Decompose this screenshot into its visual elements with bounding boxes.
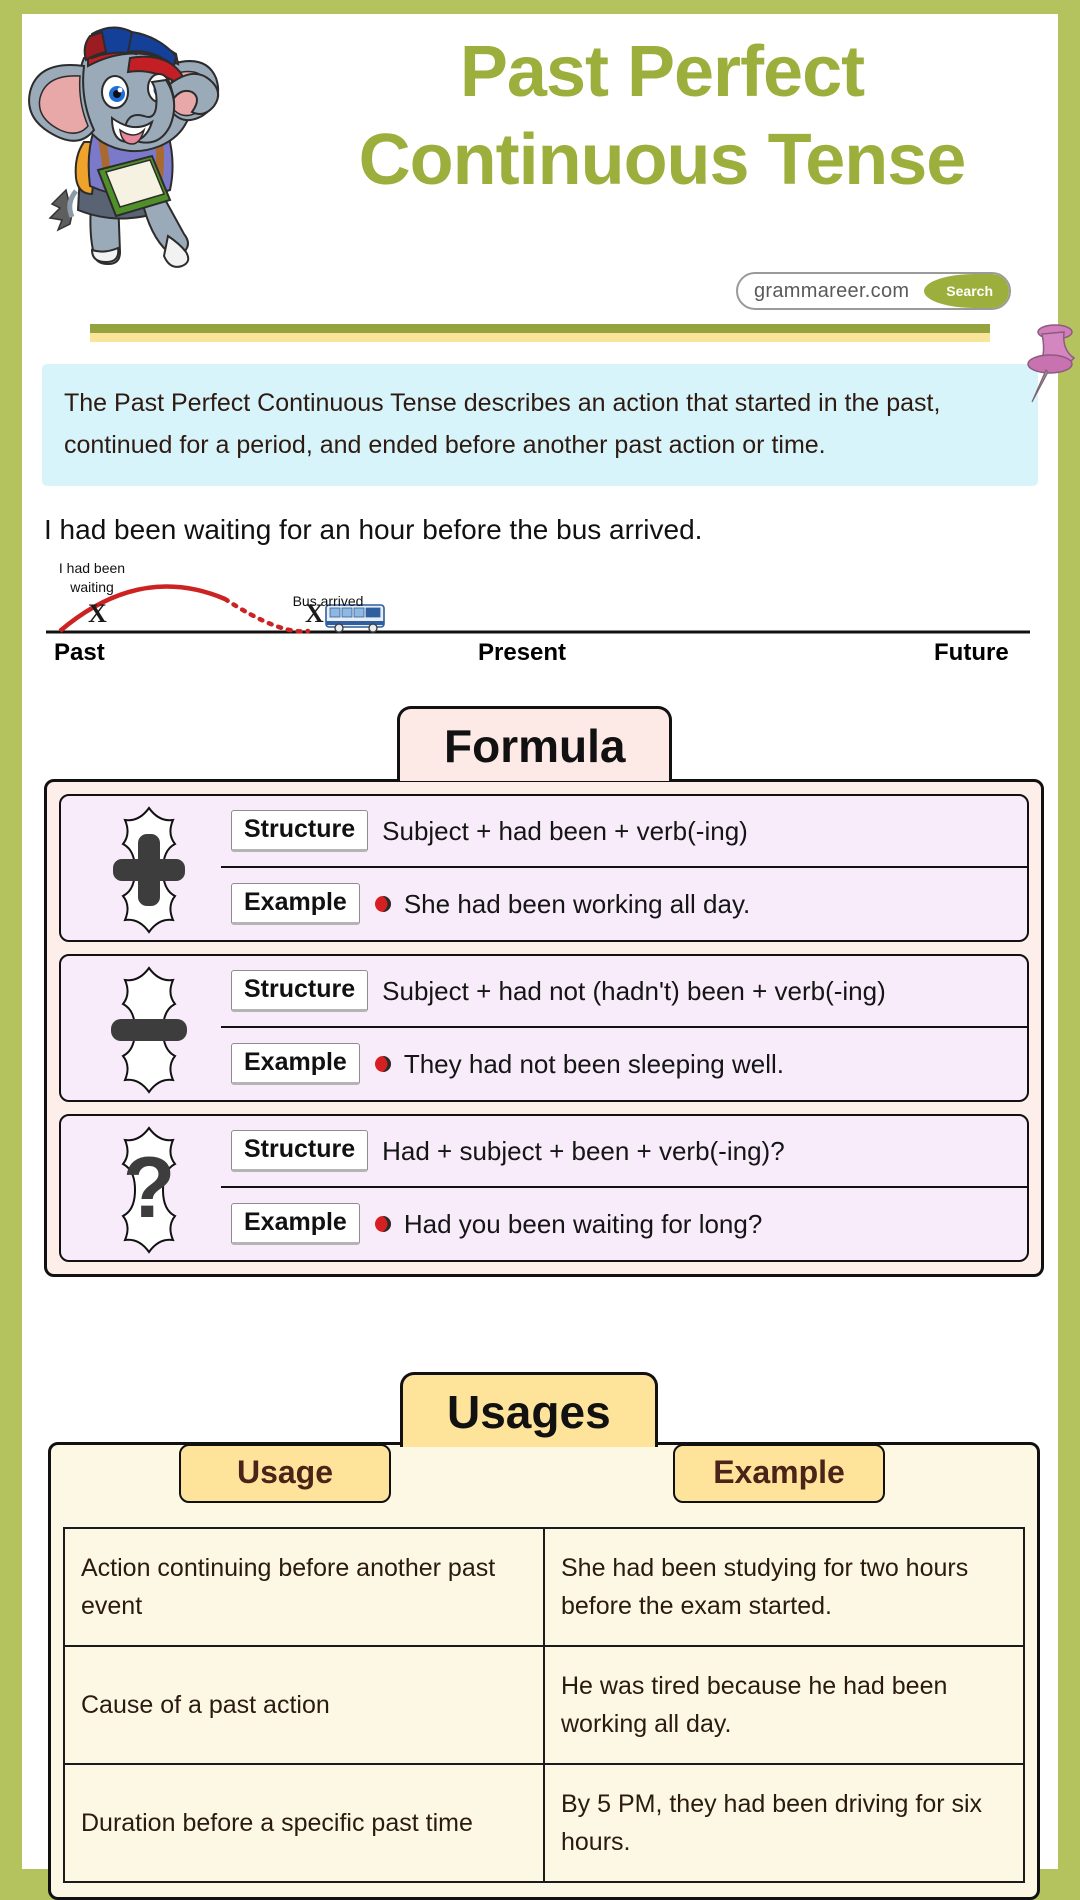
definition-text: The Past Perfect Continuous Tense descri…: [64, 389, 941, 459]
timeline-diagram: I had been waiting X Bus arrived X Past …: [40, 559, 1040, 669]
timeline-start-label: I had been waiting: [42, 559, 142, 597]
bullet-icon: [374, 1216, 391, 1232]
formula-section-heading: Formula: [397, 706, 673, 781]
svg-text:?: ?: [123, 1140, 176, 1236]
timeline-event-label: Bus arrived: [292, 593, 364, 609]
search-input[interactable]: grammareer.com: [738, 280, 924, 303]
formula-panel: Structure Subject + had been + verb(-ing…: [44, 779, 1044, 1277]
formula-row-question: ? Structure Had + subject + been + verb(…: [59, 1114, 1029, 1262]
formula-structure-row: Structure Had + subject + been + verb(-i…: [221, 1116, 1027, 1188]
structure-label: Structure: [231, 970, 369, 1012]
formula-example-row: Example Had you been waiting for long?: [221, 1188, 1027, 1260]
usages-column-header-usage: Usage: [179, 1444, 391, 1503]
structure-text: Had + subject + been + verb(-ing)?: [382, 1135, 785, 1166]
structure-label: Structure: [231, 810, 369, 852]
table-row: Action continuing before another past ev…: [63, 1527, 1025, 1647]
minus-sign-icon: [111, 966, 187, 1094]
formula-structure-row: Structure Subject + had been + verb(-ing…: [221, 796, 1027, 868]
formula-example-row: Example They had not been sleeping well.: [221, 1028, 1027, 1100]
example-cell: He was tired because he had been working…: [543, 1645, 1025, 1765]
example-sentence: I had been waiting for an hour before th…: [44, 514, 703, 545]
timeline-start-label-line2: waiting: [70, 579, 114, 595]
title-line-2: Continuous Tense: [358, 120, 967, 200]
table-row: Cause of a past action He was tired beca…: [63, 1645, 1025, 1765]
bullet-icon: [374, 896, 391, 912]
example-label: Example: [231, 1203, 360, 1245]
elephant-mascot: [28, 26, 220, 268]
structure-text: Subject + had not (hadn't) been + verb(-…: [382, 975, 886, 1006]
example-cell: She had been studying for two hours befo…: [543, 1527, 1025, 1647]
usages-table: Action continuing before another past ev…: [63, 1527, 1025, 1883]
timeline-axis-past: Past: [54, 639, 105, 666]
example-label: Example: [231, 1043, 360, 1085]
timeline-start-label-line1: I had been: [58, 560, 126, 576]
divider-yellow: [90, 333, 990, 342]
structure-text: Subject + had been + verb(-ing): [382, 815, 748, 846]
site-search-bar[interactable]: grammareer.com Search: [736, 272, 1011, 310]
example-cell: By 5 PM, they had been driving for six h…: [543, 1763, 1025, 1883]
example-text: They had not been sleeping well.: [403, 1048, 784, 1079]
bullet-icon: [374, 1056, 391, 1072]
page-title: Past Perfect Continuous Tense: [272, 28, 1052, 204]
divider-green: [90, 324, 990, 333]
formula-structure-row: Structure Subject + had not (hadn't) bee…: [221, 956, 1027, 1028]
formula-example-row: Example She had been working all day.: [221, 868, 1027, 940]
pushpin-icon: [1027, 324, 1076, 403]
table-row: Duration before a specific past time By …: [63, 1763, 1025, 1883]
formula-row-positive: Structure Subject + had been + verb(-ing…: [59, 794, 1029, 942]
timeline-axis-present: Present: [478, 639, 567, 666]
formula-row-negative: Structure Subject + had not (hadn't) bee…: [59, 954, 1029, 1102]
definition-box: The Past Perfect Continuous Tense descri…: [42, 364, 1038, 486]
usage-cell: Action continuing before another past ev…: [63, 1527, 545, 1647]
structure-label: Structure: [231, 1130, 369, 1172]
question-sign-icon: ?: [121, 1126, 177, 1254]
example-text: She had been working all day.: [403, 888, 751, 919]
header: Past Perfect Continuous Tense: [22, 14, 1058, 276]
plus-sign-icon: [113, 806, 185, 934]
page-frame: Past Perfect Continuous Tense grammareer…: [22, 14, 1076, 1900]
example-label: Example: [231, 883, 360, 925]
usages-panel: Usage Example Action continuing before a…: [48, 1442, 1040, 1900]
usages-column-header-example: Example: [673, 1444, 885, 1503]
title-line-1: Past Perfect: [459, 32, 865, 112]
usage-cell: Duration before a specific past time: [63, 1763, 545, 1883]
timeline-axis-future: Future: [934, 639, 1009, 666]
example-text: Had you been waiting for long?: [403, 1208, 763, 1239]
usages-section-heading: Usages: [400, 1372, 658, 1447]
usage-cell: Cause of a past action: [63, 1645, 545, 1765]
timeline-start-marker: X: [88, 599, 107, 628]
timeline-event-marker: X: [305, 599, 324, 628]
search-button[interactable]: Search: [924, 274, 1009, 308]
